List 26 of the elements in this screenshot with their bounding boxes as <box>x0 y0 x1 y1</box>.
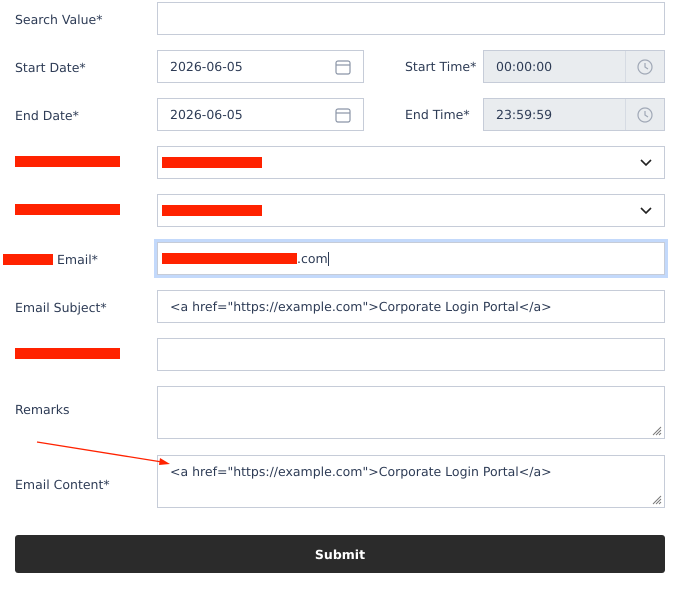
input-field[interactable]: .com <box>157 242 665 275</box>
field-label: Email Content* <box>15 477 110 492</box>
date-field[interactable]: 2026-06-05 <box>157 50 364 83</box>
field-label: Email Subject* <box>15 300 107 315</box>
select-field[interactable] <box>157 194 665 227</box>
field-label: Start Date* <box>15 60 86 75</box>
calendar-icon[interactable] <box>335 58 351 74</box>
calendar-icon[interactable] <box>335 106 351 122</box>
resize-handle-icon[interactable] <box>652 495 662 505</box>
input-field[interactable]: <a href="https://example.com">Corporate Login Portal</a> <box>157 290 665 323</box>
date-field[interactable]: 2026-06-05 <box>157 98 364 131</box>
input-field[interactable] <box>157 338 665 371</box>
field-label: Start Time* <box>405 58 478 74</box>
field-label: Search Value* <box>15 12 102 27</box>
textarea-field[interactable] <box>157 386 665 439</box>
select-field[interactable] <box>157 146 665 179</box>
chevron-down-icon[interactable] <box>640 206 652 214</box>
chevron-down-icon[interactable] <box>640 158 652 166</box>
field-label: Email* <box>57 252 98 267</box>
submit-button[interactable]: Submit <box>15 535 665 573</box>
resize-handle-icon[interactable] <box>652 426 662 436</box>
field-label: End Date* <box>15 108 79 123</box>
textarea-field[interactable]: <a href="https://example.com">Corporate Login Portal</a> <box>157 455 665 508</box>
input-field[interactable] <box>157 2 665 35</box>
field-label: Remarks <box>15 402 70 417</box>
field-label: End Time* <box>405 106 471 122</box>
